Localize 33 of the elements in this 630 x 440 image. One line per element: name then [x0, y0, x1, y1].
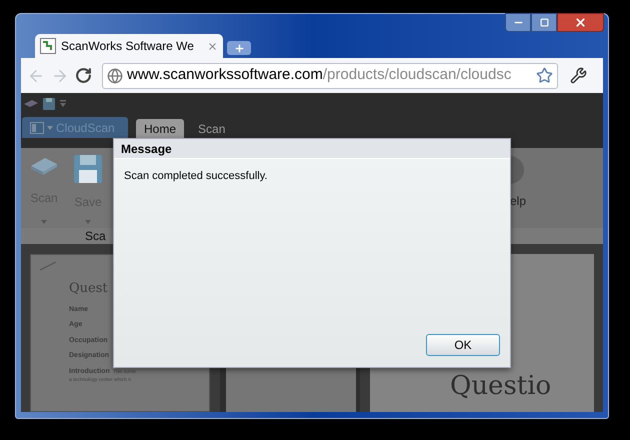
maximize-button[interactable] — [531, 13, 557, 32]
close-icon — [574, 16, 587, 29]
url-text: www.scanworkssoftware.com/products/cloudscan/cloudsc — [127, 65, 512, 86]
settings-icon[interactable] — [570, 67, 587, 84]
close-tab-icon[interactable] — [207, 40, 218, 52]
dialog-message: Scan completed successfully. — [123, 169, 268, 184]
address-bar[interactable]: www.scanworkssoftware.com/products/cloudscan/cloudsc — [102, 62, 558, 88]
close-window-button[interactable] — [557, 13, 604, 32]
caret-icon — [85, 220, 91, 224]
panel-icon — [30, 122, 44, 134]
plus-icon — [234, 42, 244, 54]
globe-icon — [107, 68, 123, 84]
ribbon-tab[interactable]: Home — [136, 119, 184, 138]
dropdown-icon[interactable] — [59, 99, 67, 109]
scanner-icon[interactable] — [23, 99, 39, 109]
site-logo-icon — [40, 38, 56, 54]
caret-icon — [47, 126, 53, 130]
minimize-button[interactable] — [505, 13, 531, 32]
new-tab-button[interactable] — [227, 41, 251, 55]
browser-tab[interactable]: ScanWorks Software We — [35, 34, 223, 58]
caret-icon — [41, 220, 47, 224]
page-title: Quest — [69, 280, 109, 298]
help-label[interactable]: elp — [510, 192, 603, 210]
ribbon-tab[interactable]: Scan — [192, 119, 232, 138]
group-label: Sca — [85, 228, 106, 245]
ok-button[interactable]: OK — [426, 334, 500, 356]
reload-icon[interactable] — [75, 67, 92, 84]
dialog-title: Message — [121, 140, 172, 158]
page-title: Questio — [450, 370, 552, 403]
pen-mark-icon — [39, 261, 57, 271]
tab-title: ScanWorks Software We — [61, 38, 195, 55]
bookmark-star-icon[interactable] — [536, 67, 553, 84]
maximize-icon — [540, 18, 548, 27]
